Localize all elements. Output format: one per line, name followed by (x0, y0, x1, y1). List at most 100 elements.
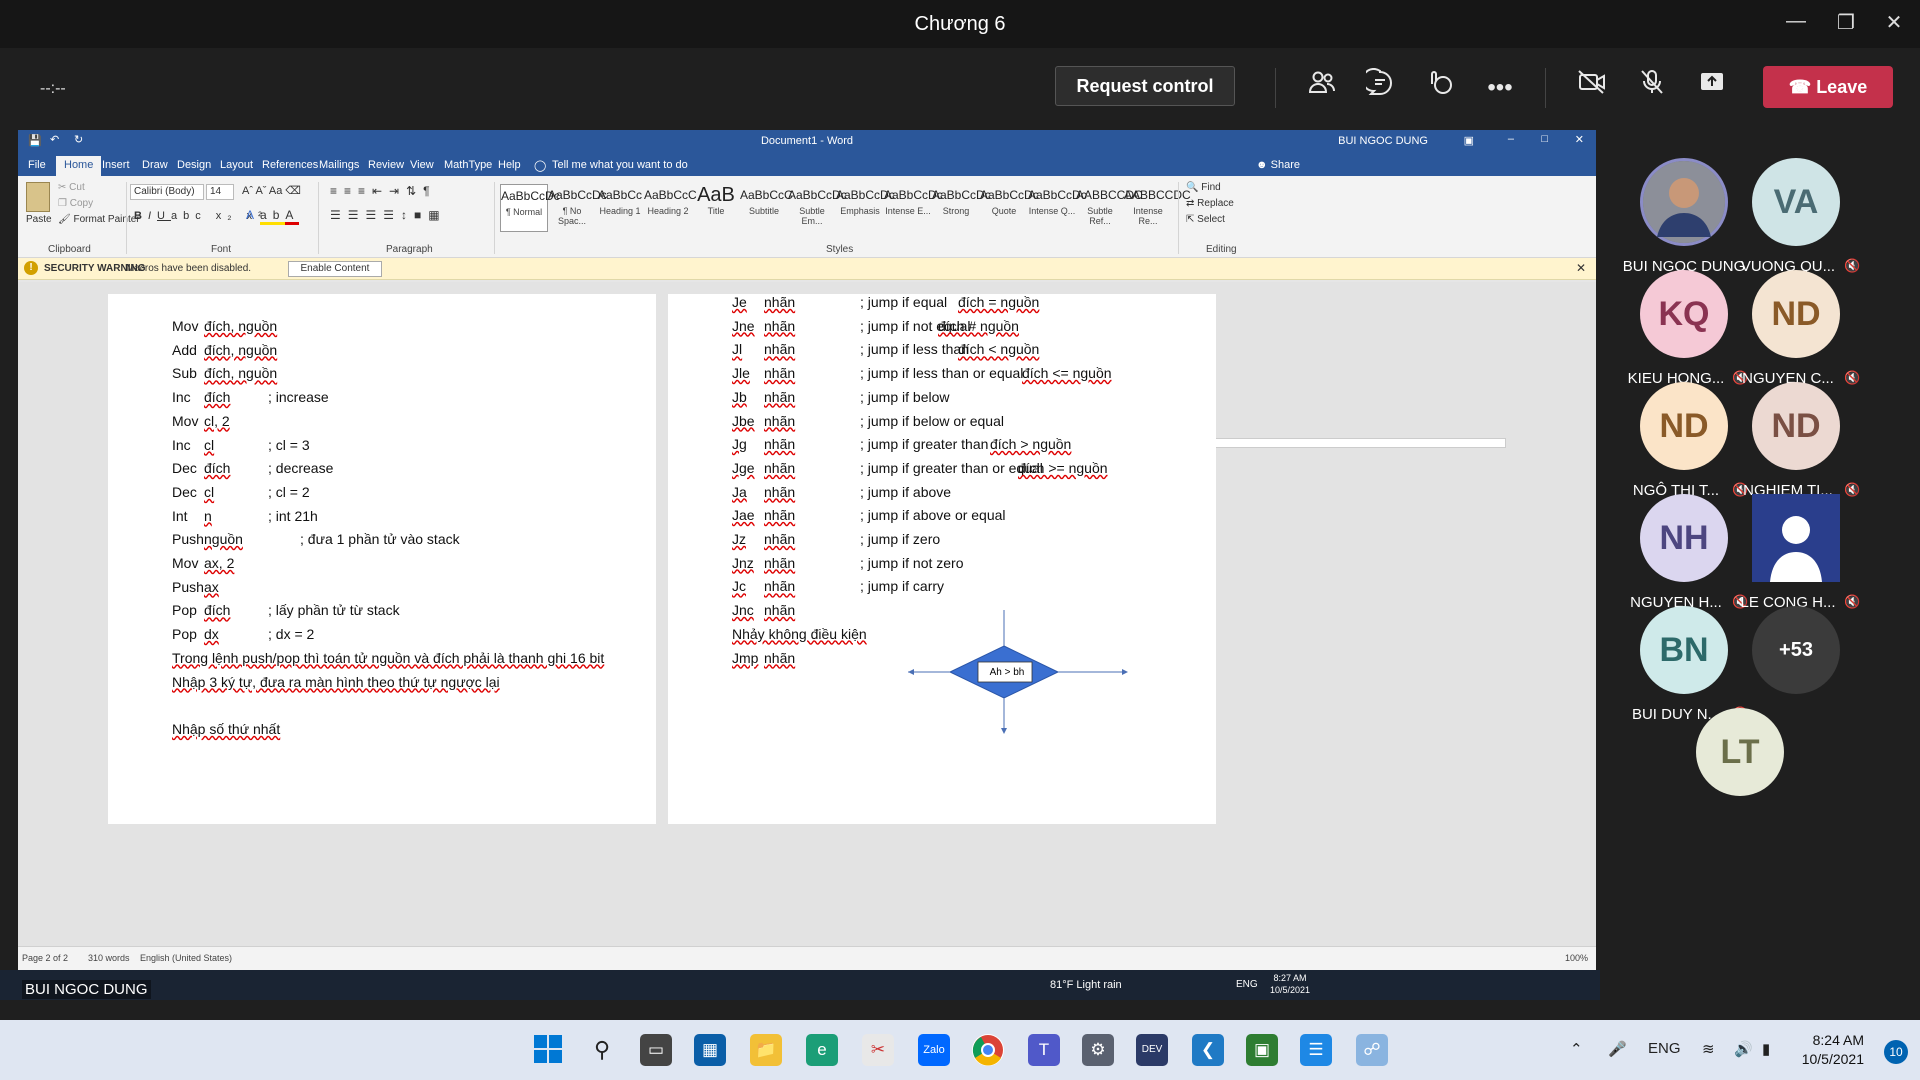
overflow-count[interactable]: +53 (1752, 606, 1840, 694)
battery-icon[interactable]: ▮ (1762, 1040, 1770, 1058)
style-option[interactable]: AaB Title (692, 184, 740, 232)
cut-button[interactable]: ✂ Cut (58, 182, 85, 193)
list-buttons[interactable]: ≡≡≡⇤⇥⇅¶ (330, 184, 437, 198)
tray-language[interactable]: ENG (1648, 1040, 1681, 1057)
file-explorer-icon[interactable]: 📁 (750, 1034, 782, 1066)
page-right[interactable]: Je nhãn; jump if equal đích = nguồn Jne nhãn… (668, 294, 1216, 824)
ribbon-display-icon[interactable]: ▣ (1464, 134, 1474, 147)
chip-app-icon[interactable]: ▣ (1246, 1034, 1278, 1066)
font-name-select[interactable]: Calibri (Body) (130, 184, 204, 200)
style-option[interactable]: AaBbCcDc Intense E... (884, 184, 943, 232)
enable-content-button[interactable]: Enable Content (288, 261, 382, 277)
style-option[interactable]: AaBbCcDc ¶ No Spac... (548, 184, 607, 232)
word-maximize-icon[interactable]: □ (1541, 133, 1548, 145)
widgets-icon[interactable]: ▦ (694, 1034, 726, 1066)
notepad-icon[interactable]: ☰ (1300, 1034, 1332, 1066)
page-left[interactable]: Mov đích, nguồn Add đích, nguồn Sub đích, ngu… (108, 294, 656, 824)
instruction-comment: ; cl = 3 (268, 436, 310, 453)
participant-avatar[interactable] (1640, 158, 1728, 246)
align-buttons[interactable]: ☰☰☰☰↕■▦ (330, 208, 447, 222)
people-icon[interactable] (1302, 68, 1342, 108)
tab-mathtype[interactable]: MathType (444, 159, 492, 171)
tab-design[interactable]: Design (177, 159, 211, 171)
chrome-icon[interactable] (972, 1034, 1004, 1066)
tab-insert[interactable]: Insert (102, 159, 130, 171)
leave-button[interactable]: ☎ Leave (1763, 66, 1893, 108)
tab-file[interactable]: File (28, 159, 46, 171)
participant-avatar[interactable] (1752, 494, 1840, 582)
word-minimize-icon[interactable]: – (1508, 133, 1514, 145)
participant-avatar[interactable]: KQ (1640, 270, 1728, 358)
style-option[interactable]: AaBbCcC Subtitle (740, 184, 793, 232)
volume-icon[interactable]: 🔊 (1734, 1040, 1753, 1058)
show-hidden-icons[interactable]: ⌃ (1570, 1040, 1583, 1058)
style-option[interactable]: AaBbCcDc Strong (932, 184, 991, 232)
microphone-icon[interactable]: 🎤 (1608, 1040, 1627, 1058)
mic-off-icon[interactable] (1632, 68, 1672, 108)
settings-icon[interactable]: ⚙ (1082, 1034, 1114, 1066)
style-option[interactable]: AABBCCDC Subtle Ref... (1076, 184, 1143, 232)
taskbar-clock[interactable]: 8:24 AM 10/5/2021 (1802, 1031, 1864, 1069)
tab-mailings[interactable]: Mailings (319, 159, 359, 171)
style-option[interactable]: AaBbCcC Heading 2 (644, 184, 697, 232)
notification-badge[interactable]: 10 (1884, 1040, 1908, 1064)
tab-draw[interactable]: Draw (142, 159, 168, 171)
style-label: Heading 2 (647, 206, 689, 216)
style-option[interactable]: AaBbCcDc Subtle Em... (788, 184, 847, 232)
copy-button[interactable]: ❐ Copy (58, 198, 93, 209)
find-button[interactable]: 🔍 Find (1186, 182, 1221, 193)
font-size-select[interactable]: 14 (206, 184, 234, 200)
style-option[interactable]: AaBbCcDc Intense Q... (1028, 184, 1087, 232)
restore-icon[interactable]: ❐ (1826, 10, 1866, 35)
style-option[interactable]: AaBbCcDc Quote (980, 184, 1039, 232)
task-view-icon[interactable]: ▭ (640, 1034, 672, 1066)
participant-avatar[interactable]: ND (1752, 382, 1840, 470)
search-icon[interactable]: ⚲ (586, 1034, 618, 1066)
font-color-buttons[interactable]: AabA (246, 208, 300, 225)
vscode-icon[interactable]: ❮ (1192, 1034, 1224, 1066)
participant-avatar[interactable]: ND (1640, 382, 1728, 470)
share-button[interactable]: ☻ Share (1256, 159, 1300, 171)
tab-references[interactable]: References (262, 159, 318, 171)
close-icon[interactable]: ✕ (1874, 10, 1914, 35)
grow-font-icon[interactable]: Aˆ Aˇ Aa ⌫ (242, 184, 301, 197)
participant-avatar[interactable]: VA (1752, 158, 1840, 246)
tab-review[interactable]: Review (368, 159, 404, 171)
paste-icon[interactable] (26, 182, 50, 212)
participant-avatar[interactable]: NH (1640, 494, 1728, 582)
close-warning-icon[interactable]: ✕ (1576, 261, 1586, 275)
network-app-icon[interactable]: ☍ (1356, 1034, 1388, 1066)
tell-me-input[interactable]: Tell me what you want to do (552, 159, 688, 171)
tab-layout[interactable]: Layout (220, 159, 253, 171)
share-screen-icon[interactable] (1692, 68, 1732, 108)
participant-avatar[interactable]: BN (1640, 606, 1728, 694)
tab-help[interactable]: Help (498, 159, 521, 171)
request-control-button[interactable]: Request control (1055, 66, 1235, 106)
more-options-icon[interactable]: ••• (1480, 68, 1520, 108)
style-option[interactable]: AaBbCcDc Emphasis (836, 184, 895, 232)
chat-icon[interactable] (1360, 68, 1400, 108)
style-option[interactable]: AaBbCc Heading 1 (596, 184, 644, 232)
tab-home[interactable]: Home (56, 156, 102, 176)
start-icon[interactable] (532, 1034, 564, 1066)
tab-view[interactable]: View (410, 159, 434, 171)
participant-avatar[interactable]: ND (1752, 270, 1840, 358)
style-option[interactable]: AaBbCcDc ¶ Normal (500, 184, 560, 232)
edge-icon[interactable]: e (806, 1034, 838, 1066)
paste-button[interactable]: Paste (26, 214, 52, 225)
zalo-icon[interactable]: Zalo (918, 1034, 950, 1066)
snipping-icon[interactable]: ✂ (862, 1034, 894, 1066)
participant-avatar[interactable]: LT (1696, 708, 1784, 796)
style-preview: AABBCCDC (1124, 188, 1191, 202)
devcpp-icon[interactable]: DEV (1136, 1034, 1168, 1066)
word-close-icon[interactable]: ✕ (1575, 133, 1584, 146)
teams-icon[interactable]: T (1028, 1034, 1060, 1066)
select-button[interactable]: ⇱ Select (1186, 214, 1225, 225)
camera-off-icon[interactable] (1572, 68, 1612, 108)
style-option[interactable]: AABBCCDC Intense Re... (1124, 184, 1191, 232)
minimize-icon[interactable]: — (1776, 10, 1816, 33)
wifi-icon[interactable]: ≋ (1702, 1040, 1715, 1058)
format-painter-button[interactable]: 🖌 Format Painter (58, 214, 140, 225)
reactions-icon[interactable] (1420, 68, 1460, 108)
replace-button[interactable]: ⇄ Replace (1186, 198, 1234, 209)
